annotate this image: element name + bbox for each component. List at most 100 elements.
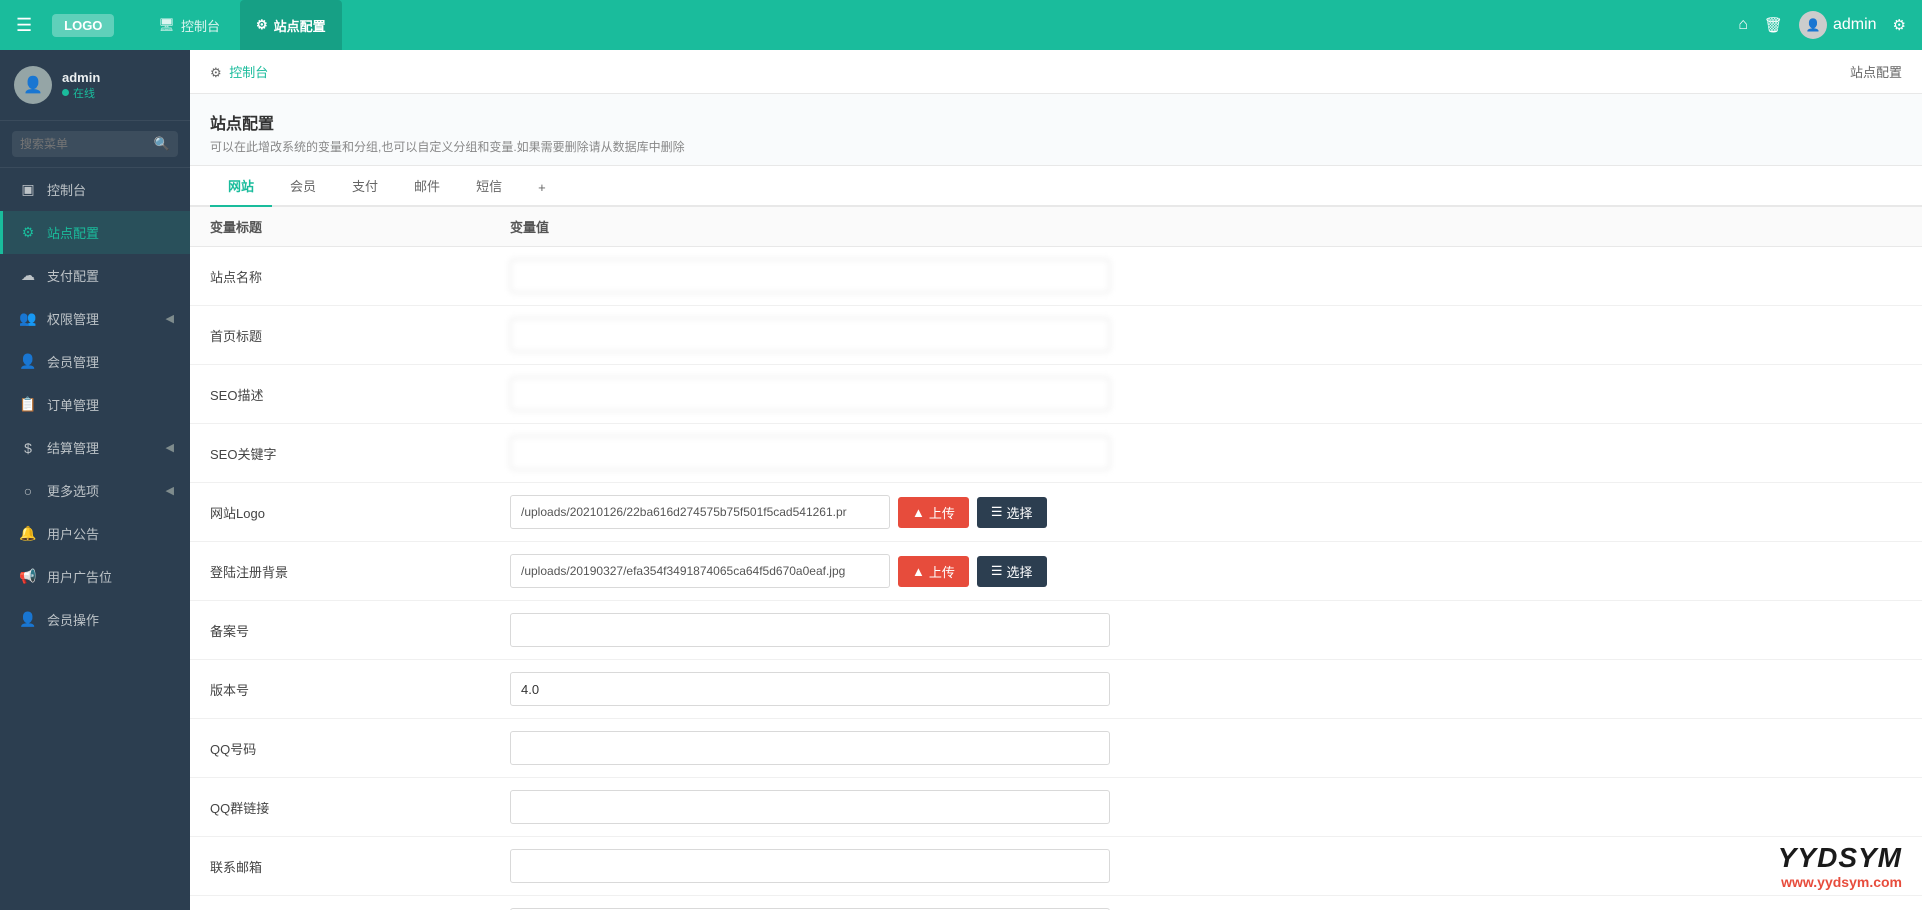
select-label-login-bg: 选择 xyxy=(1007,562,1033,581)
nav-tab-console[interactable]: 🖥控制台 xyxy=(142,0,236,50)
sidebar-icon-member-ops: 👤 xyxy=(19,611,37,628)
input-qq-group[interactable] xyxy=(510,790,1110,824)
input-icp[interactable] xyxy=(510,613,1110,647)
input-seo-keywords[interactable] xyxy=(510,436,1110,470)
upload-button-site-logo[interactable]: ▲ 上传 xyxy=(898,497,969,528)
sidebar-label-order: 订单管理 xyxy=(47,395,99,414)
tab-email[interactable]: 邮件 xyxy=(396,166,458,207)
sidebar-item-ad[interactable]: 📢 用户广告位 xyxy=(0,555,190,598)
settings-icon[interactable]: ⚙ xyxy=(1893,16,1906,34)
sidebar-menu: ▣ 控制台 ⚙ 站点配置 ☁ 支付配置 👥 权限管理 ◀ 👤 会员管理 📋 订单… xyxy=(0,168,190,910)
admin-name: admin xyxy=(1833,16,1877,34)
search-input[interactable] xyxy=(12,131,178,157)
page-desc: 可以在此增改系统的变量和分组,也可以自定义分组和变量.如果需要删除请从数据库中删… xyxy=(210,138,1902,155)
input-email[interactable] xyxy=(510,849,1110,883)
tab-label-email: 邮件 xyxy=(414,176,440,195)
select-button-site-logo[interactable]: ☰ 选择 xyxy=(977,497,1047,528)
nav-tab-site-config[interactable]: ⚙ 站点配置 xyxy=(240,0,342,50)
value-qq-group xyxy=(510,790,1902,824)
nav-logo: LOGO xyxy=(52,14,114,37)
upload-button-login-bg[interactable]: ▲ 上传 xyxy=(898,556,969,587)
tab-website[interactable]: 网站 xyxy=(210,166,272,207)
input-seo-desc[interactable] xyxy=(510,377,1110,411)
settings-table: 变量标题 变量值 站点名称 首页标题 SEO描述 SEO关键字 网站Logo ▲… xyxy=(190,207,1922,910)
nav-tab-label-site-config: 站点配置 xyxy=(274,16,326,35)
input-site-name[interactable] xyxy=(510,259,1110,293)
sidebar-search-container: 🔍 xyxy=(0,121,190,168)
top-nav-right: ⌂ 🗑 👤 admin ⚙ xyxy=(1738,11,1906,39)
tab-payment[interactable]: 支付 xyxy=(334,166,396,207)
sidebar-label-notice: 用户公告 xyxy=(47,524,99,543)
value-site-name xyxy=(510,259,1902,293)
header-value: 变量值 xyxy=(510,217,1902,236)
trash-icon[interactable]: 🗑 xyxy=(1764,16,1783,34)
label-seo-keywords: SEO关键字 xyxy=(210,444,510,463)
sidebar-item-site-config[interactable]: ⚙ 站点配置 xyxy=(0,211,190,254)
sidebar-label-site-config: 站点配置 xyxy=(47,223,99,242)
sidebar-item-notice[interactable]: 🔔 用户公告 xyxy=(0,512,190,555)
value-icp xyxy=(510,613,1902,647)
input-version[interactable] xyxy=(510,672,1110,706)
sidebar-status: 在线 xyxy=(62,85,100,101)
sidebar-icon-payment-config: ☁ xyxy=(19,267,37,284)
top-nav-left: ☰ LOGO 🖥控制台 ⚙ 站点配置 xyxy=(16,0,342,50)
settings-rows: 站点名称 首页标题 SEO描述 SEO关键字 网站Logo ▲ 上传 ☰ 选择 … xyxy=(190,247,1922,910)
sidebar-label-member: 会员管理 xyxy=(47,352,99,371)
sidebar-label-permission: 权限管理 xyxy=(47,309,99,328)
tabs-bar: 网站会员支付 邮件短信 + xyxy=(190,166,1922,207)
sidebar-icon-site-config: ⚙ xyxy=(19,224,37,241)
tab-label-add: + xyxy=(538,180,546,195)
home-icon[interactable]: ⌂ xyxy=(1738,16,1748,34)
label-icp: 备案号 xyxy=(210,621,510,640)
content-area: ⚙ 控制台 站点配置 站点配置 可以在此增改系统的变量和分组,也可以自定义分组和… xyxy=(190,50,1922,910)
admin-info: 👤 admin xyxy=(1799,11,1877,39)
label-qq: QQ号码 xyxy=(210,739,510,758)
settings-row-icp: 备案号 xyxy=(190,601,1922,660)
input-home-title[interactable] xyxy=(510,318,1110,352)
table-header: 变量标题 变量值 xyxy=(190,207,1922,247)
sidebar-item-console[interactable]: ▣ 控制台 xyxy=(0,168,190,211)
tab-add[interactable]: + xyxy=(520,170,564,207)
value-login-bg: ▲ 上传 ☰ 选择 xyxy=(510,554,1902,588)
nav-tab-icon-site-config: ⚙ xyxy=(256,17,268,33)
value-seo-desc xyxy=(510,377,1902,411)
sidebar-icon-settlement: $ xyxy=(19,440,37,456)
file-path-site-logo[interactable] xyxy=(510,495,890,529)
hamburger-icon[interactable]: ☰ xyxy=(16,15,32,36)
sidebar-item-member[interactable]: 👤 会员管理 xyxy=(0,340,190,383)
breadcrumb: ⚙ 控制台 xyxy=(210,62,268,81)
sidebar-item-payment-config[interactable]: ☁ 支付配置 xyxy=(0,254,190,297)
value-site-logo: ▲ 上传 ☰ 选择 xyxy=(510,495,1902,529)
breadcrumb-bar: ⚙ 控制台 站点配置 xyxy=(190,50,1922,94)
sidebar-item-permission[interactable]: 👥 权限管理 ◀ xyxy=(0,297,190,340)
value-email xyxy=(510,849,1902,883)
breadcrumb-link[interactable]: 控制台 xyxy=(229,65,268,80)
sidebar-item-member-ops[interactable]: 👤 会员操作 xyxy=(0,598,190,641)
sidebar-item-order[interactable]: 📋 订单管理 xyxy=(0,383,190,426)
tab-member[interactable]: 会员 xyxy=(272,166,334,207)
sidebar-icon-member: 👤 xyxy=(19,353,37,370)
sidebar-item-more[interactable]: ○ 更多选项 ◀ xyxy=(0,469,190,512)
input-qq[interactable] xyxy=(510,731,1110,765)
select-icon-site-logo: ☰ xyxy=(991,504,1003,520)
search-wrap: 🔍 xyxy=(12,131,178,157)
sidebar-icon-order: 📋 xyxy=(19,396,37,413)
tab-label-payment: 支付 xyxy=(352,176,378,195)
sidebar-user-info: admin 在线 xyxy=(62,70,100,101)
settings-row-qq: QQ号码 xyxy=(190,719,1922,778)
label-seo-desc: SEO描述 xyxy=(210,385,510,404)
sidebar-username: admin xyxy=(62,70,100,85)
sidebar: 👤 admin 在线 🔍 ▣ 控制台 ⚙ 站点配置 ☁ 支付配置 xyxy=(0,50,190,910)
tab-sms[interactable]: 短信 xyxy=(458,166,520,207)
avatar: 👤 xyxy=(1799,11,1827,39)
select-button-login-bg[interactable]: ☰ 选择 xyxy=(977,556,1047,587)
sidebar-icon-console: ▣ xyxy=(19,181,37,198)
settings-row-site-logo: 网站Logo ▲ 上传 ☰ 选择 xyxy=(190,483,1922,542)
settings-row-home-title: 首页标题 xyxy=(190,306,1922,365)
value-version xyxy=(510,672,1902,706)
sidebar-icon-permission: 👥 xyxy=(19,310,37,327)
sidebar-label-settlement: 结算管理 xyxy=(47,438,99,457)
sidebar-item-settlement[interactable]: $ 结算管理 ◀ xyxy=(0,426,190,469)
sidebar-avatar: 👤 xyxy=(14,66,52,104)
file-path-login-bg[interactable] xyxy=(510,554,890,588)
